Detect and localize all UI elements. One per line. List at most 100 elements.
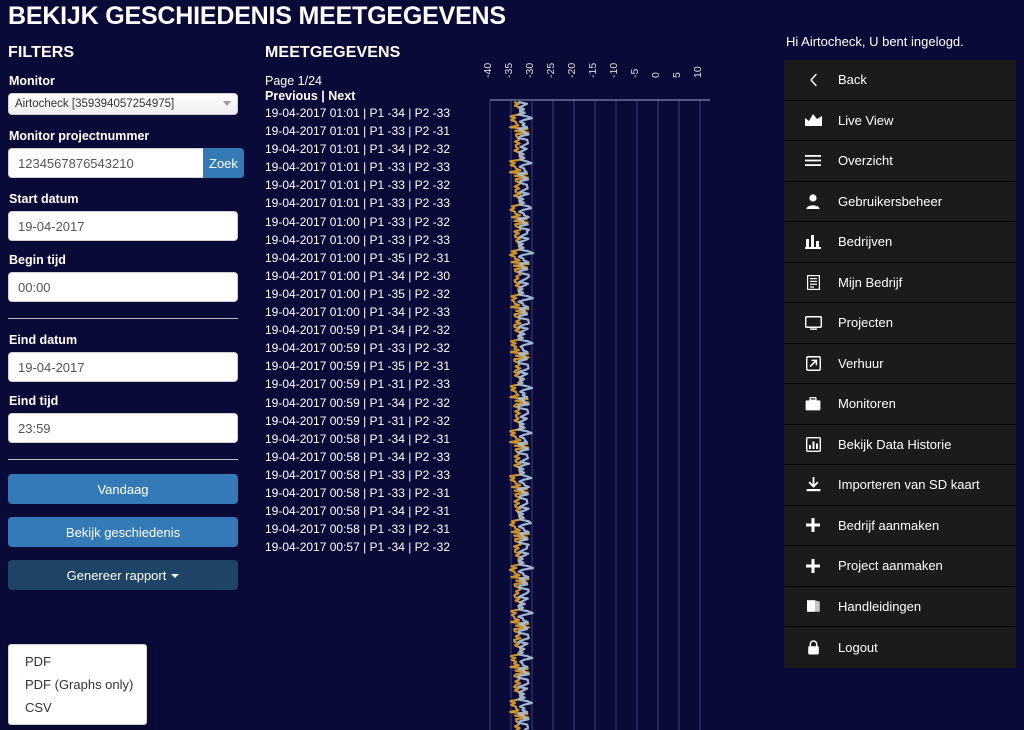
eind-datum-input[interactable]: [8, 352, 238, 382]
book-icon: [802, 599, 824, 613]
measurements-panel: MEETGEGEVENS Page 1/24 Previous | Next 1…: [265, 44, 470, 556]
measurement-row: 19-04-2017 00:59 | P1 -35 | P2 -31: [265, 359, 451, 374]
filters-panel: FILTERS Monitor Airtocheck [359394057254…: [8, 44, 244, 603]
sidebar-item-label: Bedrijf aanmaken: [838, 517, 940, 533]
genereer-rapport-button[interactable]: Genereer rapport: [8, 560, 238, 590]
measurement-row: 19-04-2017 01:00 | P1 -34 | P2 -30: [265, 268, 451, 283]
measurement-row: 19-04-2017 01:00 | P1 -33 | P2 -32: [265, 214, 451, 229]
lock-icon: [802, 640, 824, 655]
right-sidebar: Hi Airtocheck, U bent ingelogd. Back Live…: [784, 34, 1016, 668]
measurement-row: 19-04-2017 00:58 | P1 -33 | P2 -33: [265, 467, 451, 482]
area-chart-icon: [802, 113, 824, 127]
measurement-row: 19-04-2017 01:01 | P1 -33 | P2 -31: [265, 124, 451, 139]
sidebar-item-label: Handleidingen: [838, 598, 922, 614]
sidebar-item-mijn-bedrijf[interactable]: Mijn Bedrijf: [784, 262, 1016, 303]
chart-tick-label: -10: [608, 62, 620, 78]
chart-tick-label: -40: [482, 62, 494, 78]
measurement-row: 19-04-2017 01:01 | P1 -33 | P2 -33: [265, 196, 451, 211]
filters-divider-2: [8, 459, 238, 460]
greeting-text: Hi Airtocheck, U bent ingelogd.: [786, 34, 964, 49]
zoek-button[interactable]: Zoek: [203, 148, 244, 178]
sidebar-item-label: Importeren van SD kaart: [838, 477, 980, 493]
user-icon: [802, 194, 824, 209]
chart-tick-label: 10: [692, 66, 704, 78]
eind-datum-label: Eind datum: [9, 333, 78, 347]
measurement-row: 19-04-2017 01:01 | P1 -34 | P2 -32: [265, 142, 451, 157]
monitor-select[interactable]: Airtocheck [359394057254975]: [8, 93, 238, 115]
sidebar-item-gebruikersbeheer[interactable]: Gebruikersbeheer: [784, 181, 1016, 222]
measurement-row: 19-04-2017 01:00 | P1 -35 | P2 -31: [265, 250, 451, 265]
sidebar-item-live-view[interactable]: Live View: [784, 100, 1016, 141]
measurement-row: 19-04-2017 00:58 | P1 -33 | P2 -31: [265, 485, 451, 500]
plus-icon: [802, 518, 824, 533]
sidebar-item-logout[interactable]: Logout: [784, 627, 1016, 668]
measurement-row: 19-04-2017 00:59 | P1 -34 | P2 -32: [265, 395, 451, 410]
report-menu-item-pdf-graphs[interactable]: PDF (Graphs only): [9, 673, 146, 696]
report-menu-item-csv[interactable]: CSV: [9, 696, 146, 719]
filters-divider-1: [8, 318, 238, 319]
begin-tijd-input[interactable]: [8, 272, 238, 302]
measurement-row: 19-04-2017 00:59 | P1 -31 | P2 -32: [265, 413, 451, 428]
vandaag-button[interactable]: Vandaag: [8, 474, 238, 504]
sidebar-item-label: Bekijk Data Historie: [838, 436, 952, 452]
begin-tijd-label: Begin tijd: [9, 253, 66, 267]
measurement-row: 19-04-2017 00:59 | P1 -34 | P2 -32: [265, 323, 451, 338]
sidebar-item-handleidingen[interactable]: Handleidingen: [784, 586, 1016, 627]
building-icon: [802, 274, 824, 290]
sidebar-item-monitoren[interactable]: Monitoren: [784, 384, 1016, 425]
projectnummer-group: Zoek: [8, 148, 244, 178]
eind-tijd-input[interactable]: [8, 413, 238, 443]
projectnummer-label: Monitor projectnummer: [9, 129, 150, 143]
projectnummer-input[interactable]: [8, 148, 203, 178]
caret-down-icon: [171, 574, 180, 579]
briefcase-icon: [802, 396, 824, 411]
measurement-row: 19-04-2017 00:58 | P1 -34 | P2 -33: [265, 449, 451, 464]
pagination: Previous | Next: [265, 89, 470, 103]
filters-heading: FILTERS: [8, 44, 75, 61]
sidebar-item-bedrijf-aanmaken[interactable]: Bedrijf aanmaken: [784, 505, 1016, 546]
measurement-row: 19-04-2017 00:59 | P1 -33 | P2 -32: [265, 341, 451, 356]
chevron-left-icon: [802, 73, 824, 87]
measurement-row: 19-04-2017 00:59 | P1 -31 | P2 -33: [265, 377, 451, 392]
bekijk-geschiedenis-button[interactable]: Bekijk geschiedenis: [8, 517, 238, 547]
measurement-row: 19-04-2017 01:00 | P1 -33 | P2 -33: [265, 232, 451, 247]
measurement-row: 19-04-2017 01:01 | P1 -34 | P2 -33: [265, 106, 451, 120]
chart-tick-label: -30: [524, 62, 536, 78]
measurement-row: 19-04-2017 00:58 | P1 -33 | P2 -31: [265, 522, 451, 537]
next-link[interactable]: Next: [328, 89, 355, 103]
sidebar-item-projecten[interactable]: Projecten: [784, 303, 1016, 344]
sidebar-item-label: Logout: [838, 639, 878, 655]
sidebar-item-bedrijven[interactable]: Bedrijven: [784, 222, 1016, 263]
sidebar-item-label: Bedrijven: [838, 234, 893, 250]
sidebar-item-verhuur[interactable]: Verhuur: [784, 343, 1016, 384]
download-icon: [802, 477, 824, 492]
measurement-row: 19-04-2017 01:00 | P1 -34 | P2 -33: [265, 305, 451, 320]
measurement-row: 19-04-2017 01:00 | P1 -35 | P2 -32: [265, 286, 451, 301]
chart-tick-label: -5: [629, 68, 641, 78]
genereer-rapport-label: Genereer rapport: [66, 567, 167, 583]
measurement-row: 19-04-2017 00:57 | P1 -34 | P2 -32: [265, 540, 451, 555]
measurement-row: 19-04-2017 01:01 | P1 -33 | P2 -32: [265, 178, 451, 193]
monitor-icon: [802, 315, 824, 330]
sidebar-item-label: Mijn Bedrijf: [838, 274, 903, 290]
measurements-heading: MEETGEGEVENS: [265, 44, 401, 61]
previous-link[interactable]: Previous: [265, 89, 318, 103]
sidebar-item-project-aanmaken[interactable]: Project aanmaken: [784, 546, 1016, 587]
report-menu-item-pdf[interactable]: PDF: [9, 650, 146, 673]
list-icon: [802, 154, 824, 167]
sidebar-item-importeren-van-sd-kaart[interactable]: Importeren van SD kaart: [784, 465, 1016, 506]
measurements-list: 19-04-2017 01:01 | P1 -34 | P2 -33 19-04-…: [265, 104, 470, 556]
history-chart: -40 -35 -30 -25 -20 -15 -10 -5 0 5 10: [478, 60, 778, 730]
chart-tick-label: -35: [503, 62, 515, 78]
eind-tijd-label: Eind tijd: [9, 394, 59, 408]
sidebar-item-overzicht[interactable]: Overzicht: [784, 141, 1016, 182]
pagination-separator: |: [321, 89, 325, 103]
chart-tick-label: -15: [587, 62, 599, 78]
sidebar-item-label: Overzicht: [838, 153, 893, 169]
start-datum-input[interactable]: [8, 211, 238, 241]
page-indicator: Page 1/24: [265, 74, 322, 88]
sidebar-item-bekijk-data-historie[interactable]: Bekijk Data Historie: [784, 424, 1016, 465]
report-dropdown-menu[interactable]: PDF PDF (Graphs only) CSV: [8, 644, 147, 725]
chart-tick-label: -25: [545, 62, 557, 78]
sidebar-item-back[interactable]: Back: [784, 60, 1016, 101]
